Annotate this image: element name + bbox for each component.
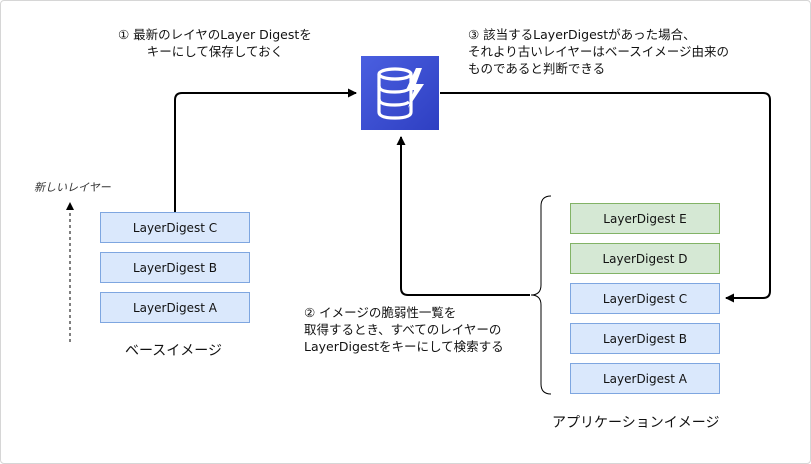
app-layer-d: LayerDigest D [570, 243, 720, 274]
step1-line2: キーにして保存しておく [146, 44, 284, 59]
step2-line1: ② イメージの脆弱性一覧を [304, 305, 457, 320]
step3-note: ③ 該当するLayerDigestがあった場合、 それより古いレイヤーはベースイ… [468, 26, 729, 77]
step3-line1: ③ 該当するLayerDigestがあった場合、 [468, 27, 696, 42]
step3-line3: ものであると判断できる [468, 61, 606, 76]
app-layer-a: LayerDigest A [570, 363, 720, 394]
base-image-label: ベースイメージ [125, 343, 223, 359]
app-layer-c: LayerDigest C [570, 283, 720, 314]
step1-note: ① 最新のレイヤのLayer Digestを キーにして保存しておく [118, 26, 312, 60]
base-layer-b: LayerDigest B [100, 252, 250, 283]
base-layer-a: LayerDigest A [100, 292, 250, 323]
step2-note: ② イメージの脆弱性一覧を 取得するとき、すべてのレイヤーの LayerDige… [304, 304, 504, 355]
app-layer-e: LayerDigest E [570, 203, 720, 234]
app-layer-b: LayerDigest B [570, 323, 720, 354]
step1-line1: ① 最新のレイヤのLayer Digestを [118, 27, 312, 42]
app-image-label: アプリケーションイメージ [552, 415, 720, 431]
step2-line2: 取得するとき、すべてのレイヤーの [304, 322, 502, 337]
newer-layer-hint: 新しいレイヤー [34, 181, 111, 194]
app-layers-brace [530, 195, 552, 395]
step2-line3: LayerDigestをキーにして検索する [304, 339, 504, 354]
dynamodb-database-icon [361, 56, 439, 130]
base-layer-c: LayerDigest C [100, 212, 250, 243]
arrow-save-digest [174, 88, 357, 212]
arrow-search-digest [396, 136, 530, 296]
newer-layer-arrowhead [66, 202, 74, 210]
step3-line2: それより古いレイヤーはベースイメージ由来の [468, 44, 730, 59]
